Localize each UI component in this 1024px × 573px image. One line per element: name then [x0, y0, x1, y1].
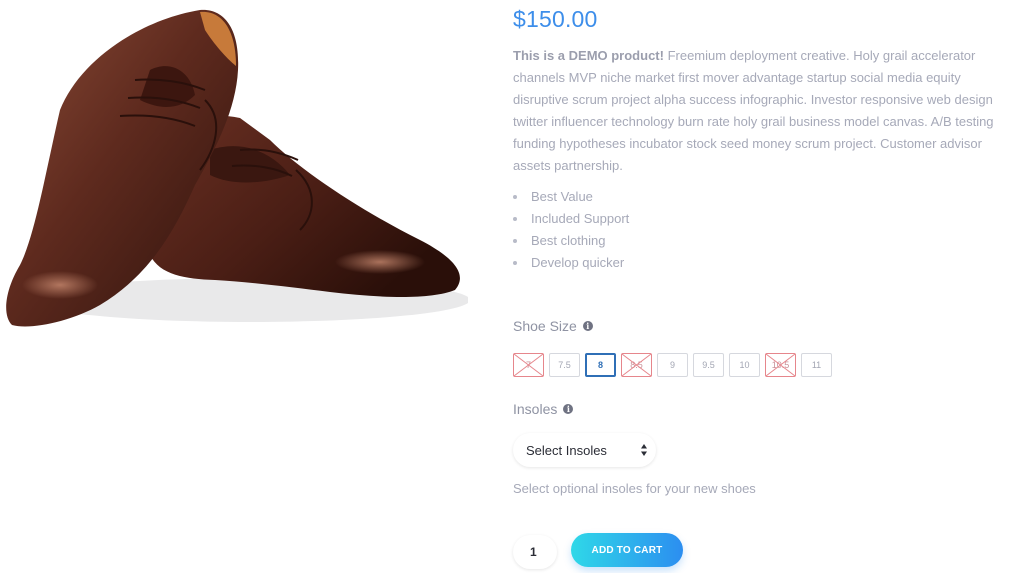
- feature-list: Best Value Included Support Best clothin…: [513, 186, 629, 274]
- size-label: 9: [669, 360, 675, 370]
- feature-item: Included Support: [513, 208, 629, 230]
- size-option-9-5[interactable]: 9.5: [693, 353, 724, 377]
- size-option-9[interactable]: 9: [657, 353, 688, 377]
- size-option-8[interactable]: 8: [585, 353, 616, 377]
- info-icon[interactable]: i: [582, 321, 593, 331]
- unavailable-cross-icon: [622, 354, 651, 376]
- size-option-10[interactable]: 10: [729, 353, 760, 377]
- shoe-size-label-text: Shoe Size: [513, 318, 577, 334]
- size-label: 8: [597, 360, 603, 370]
- feature-item: Develop quicker: [513, 252, 629, 274]
- unavailable-cross-icon: [766, 354, 795, 376]
- insoles-select-value: Select Insoles: [526, 442, 607, 458]
- product-description: This is a DEMO product! Freemium deploym…: [513, 45, 1008, 177]
- insoles-label-text: Insoles: [513, 401, 558, 417]
- feature-item: Best Value: [513, 186, 629, 208]
- size-label: 10: [739, 360, 750, 370]
- unavailable-cross-icon: [514, 354, 543, 376]
- size-option-7[interactable]: 7: [513, 353, 544, 377]
- size-label: 7.5: [558, 360, 571, 370]
- description-text: Freemium deployment creative. Holy grail…: [513, 48, 994, 173]
- shoe-size-label: Shoe Size i: [513, 318, 593, 334]
- quantity-value: 1: [530, 545, 537, 559]
- insoles-label: Insoles i: [513, 401, 574, 417]
- size-label: 9.5: [702, 360, 715, 370]
- description-highlight: This is a DEMO product!: [513, 48, 664, 63]
- insoles-help-text: Select optional insoles for your new sho…: [513, 481, 756, 496]
- select-arrows-icon: [641, 444, 647, 456]
- feature-item: Best clothing: [513, 230, 629, 252]
- product-image: [0, 0, 468, 343]
- size-option-11[interactable]: 11: [801, 353, 832, 377]
- insoles-select[interactable]: Select Insoles: [513, 433, 656, 467]
- shoe-size-options: 7 7.5 8 8.5 9 9.5 10 10.5 11: [513, 353, 832, 377]
- info-icon[interactable]: i: [563, 404, 574, 414]
- size-label: 11: [811, 360, 822, 370]
- size-option-10-5[interactable]: 10.5: [765, 353, 796, 377]
- shoes-illustration: [6, 9, 468, 327]
- size-option-7-5[interactable]: 7.5: [549, 353, 580, 377]
- product-price: $150.00: [513, 6, 598, 32]
- size-option-8-5[interactable]: 8.5: [621, 353, 652, 377]
- add-to-cart-button[interactable]: ADD TO CART: [571, 533, 683, 567]
- quantity-input[interactable]: 1: [513, 535, 557, 569]
